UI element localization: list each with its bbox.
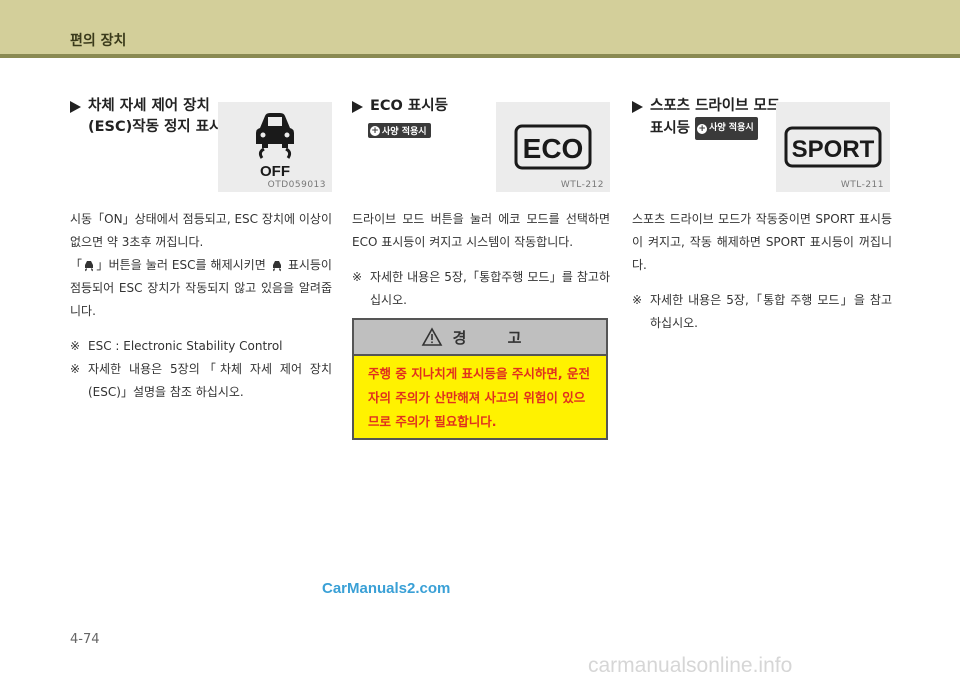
carmanuals-watermark: CarManuals2.com bbox=[322, 580, 451, 597]
esc-off-inline-icon-2 bbox=[272, 260, 281, 271]
eco-note1: ※ 자세한 내용은 5장,「통합주행 모드」를 참고하십시오. bbox=[352, 266, 610, 312]
header-rule bbox=[0, 54, 960, 58]
option-badge: + 사양 적용시 bbox=[695, 117, 758, 140]
footer-watermark: carmanualsonline.info bbox=[588, 654, 793, 677]
triangle-bullet-icon bbox=[632, 101, 643, 113]
triangle-bullet-icon bbox=[70, 101, 81, 113]
page-number: 4-74 bbox=[70, 632, 100, 647]
warning-title: 경 고 bbox=[452, 328, 540, 347]
sport-para1: 스포츠 드라이브 모드가 작동중이면 SPORT 표시등이 켜지고, 작동 해제… bbox=[632, 212, 892, 272]
section-sport-title-line2: 표시등 bbox=[650, 120, 691, 137]
warning-box: 경 고 주행 중 지나치게 표시등을 주시하면, 운전자의 주의가 산만해져 사… bbox=[352, 318, 608, 440]
esc-off-inline-icon bbox=[85, 260, 94, 271]
option-badge-text: 사양 적용시 bbox=[382, 127, 427, 137]
esc-para1: 시동「ON」상태에서 점등되고, ESC 장치에 이상이 없으면 약 3초후 꺼… bbox=[70, 212, 332, 249]
note-mark: ※ bbox=[70, 339, 81, 353]
eco-indicator-image: ECO WTL-212 bbox=[496, 102, 610, 192]
esc-note2-text: 자세한 내용은 5장의「차체 자세 제어 장치(ESC)」설명을 참조 하십시오… bbox=[88, 362, 332, 399]
esc-para2: 「」버튼을 눌러 ESC를 해제시키면 표시등이 점등되어 ESC 장치가 작동… bbox=[70, 254, 332, 323]
warning-header: 경 고 bbox=[354, 320, 606, 356]
sport-note1: ※ 자세한 내용은 5장,「통합 주행 모드」을 참고하십시오. bbox=[632, 289, 892, 335]
eco-icon: ECO bbox=[514, 124, 592, 170]
eco-para1: 드라이브 모드 버튼을 눌러 에코 모드를 선택하면 ECO 표시등이 켜지고 … bbox=[352, 212, 610, 249]
esc-para2-mid: 」버튼을 눌러 ESC를 해제시키면 bbox=[96, 258, 266, 272]
plus-icon: + bbox=[370, 125, 380, 136]
warning-body: 주행 중 지나치게 표시등을 주시하면, 운전자의 주의가 산만해져 사고의 위… bbox=[368, 366, 591, 429]
esc-para2-open: 「 bbox=[70, 258, 83, 272]
section-esc-body: 시동「ON」상태에서 점등되고, ESC 장치에 이상이 없으면 약 3초후 꺼… bbox=[70, 208, 332, 404]
eco-note1-text: 자세한 내용은 5장,「통합주행 모드」를 참고하십시오. bbox=[370, 270, 610, 307]
sport-indicator-image: SPORT WTL-211 bbox=[776, 102, 890, 192]
esc-off-image-code: OTD059013 bbox=[267, 180, 326, 190]
chapter-title: 편의 장치 bbox=[70, 33, 127, 49]
eco-image-code: WTL-212 bbox=[560, 180, 604, 190]
sport-icon-label: SPORT bbox=[792, 136, 875, 163]
section-eco-body: 드라이브 모드 버튼을 눌러 에코 모드를 선택하면 ECO 표시등이 켜지고 … bbox=[352, 208, 610, 312]
esc-off-car-icon: OFF bbox=[256, 113, 294, 180]
option-badge: + 사양 적용시 bbox=[368, 123, 431, 138]
sport-image-code: WTL-211 bbox=[840, 180, 884, 190]
esc-note1: ※ ESC : Electronic Stability Control bbox=[70, 335, 332, 358]
option-badge-text: 사양 적용시 bbox=[709, 123, 754, 133]
note-mark: ※ bbox=[632, 293, 643, 307]
warning-triangle-icon bbox=[421, 327, 442, 346]
sport-note1-text: 자세한 내용은 5장,「통합 주행 모드」을 참고하십시오. bbox=[650, 293, 892, 330]
note-mark: ※ bbox=[70, 362, 81, 376]
triangle-bullet-icon bbox=[352, 101, 363, 113]
section-sport-body: 스포츠 드라이브 모드가 작동중이면 SPORT 표시등이 켜지고, 작동 해제… bbox=[632, 208, 892, 335]
esc-off-indicator-image: OFF OTD059013 bbox=[218, 102, 332, 192]
sport-icon: SPORT bbox=[784, 126, 882, 168]
esc-off-icon-label: OFF bbox=[260, 163, 290, 180]
note-mark: ※ bbox=[352, 270, 363, 284]
esc-note2: ※ 자세한 내용은 5장의「차체 자세 제어 장치(ESC)」설명을 참조 하십시… bbox=[70, 358, 332, 404]
plus-icon: + bbox=[697, 123, 708, 134]
eco-icon-label: ECO bbox=[523, 133, 584, 164]
esc-note1-text: ESC : Electronic Stability Control bbox=[88, 339, 283, 353]
page-header bbox=[0, 0, 960, 54]
